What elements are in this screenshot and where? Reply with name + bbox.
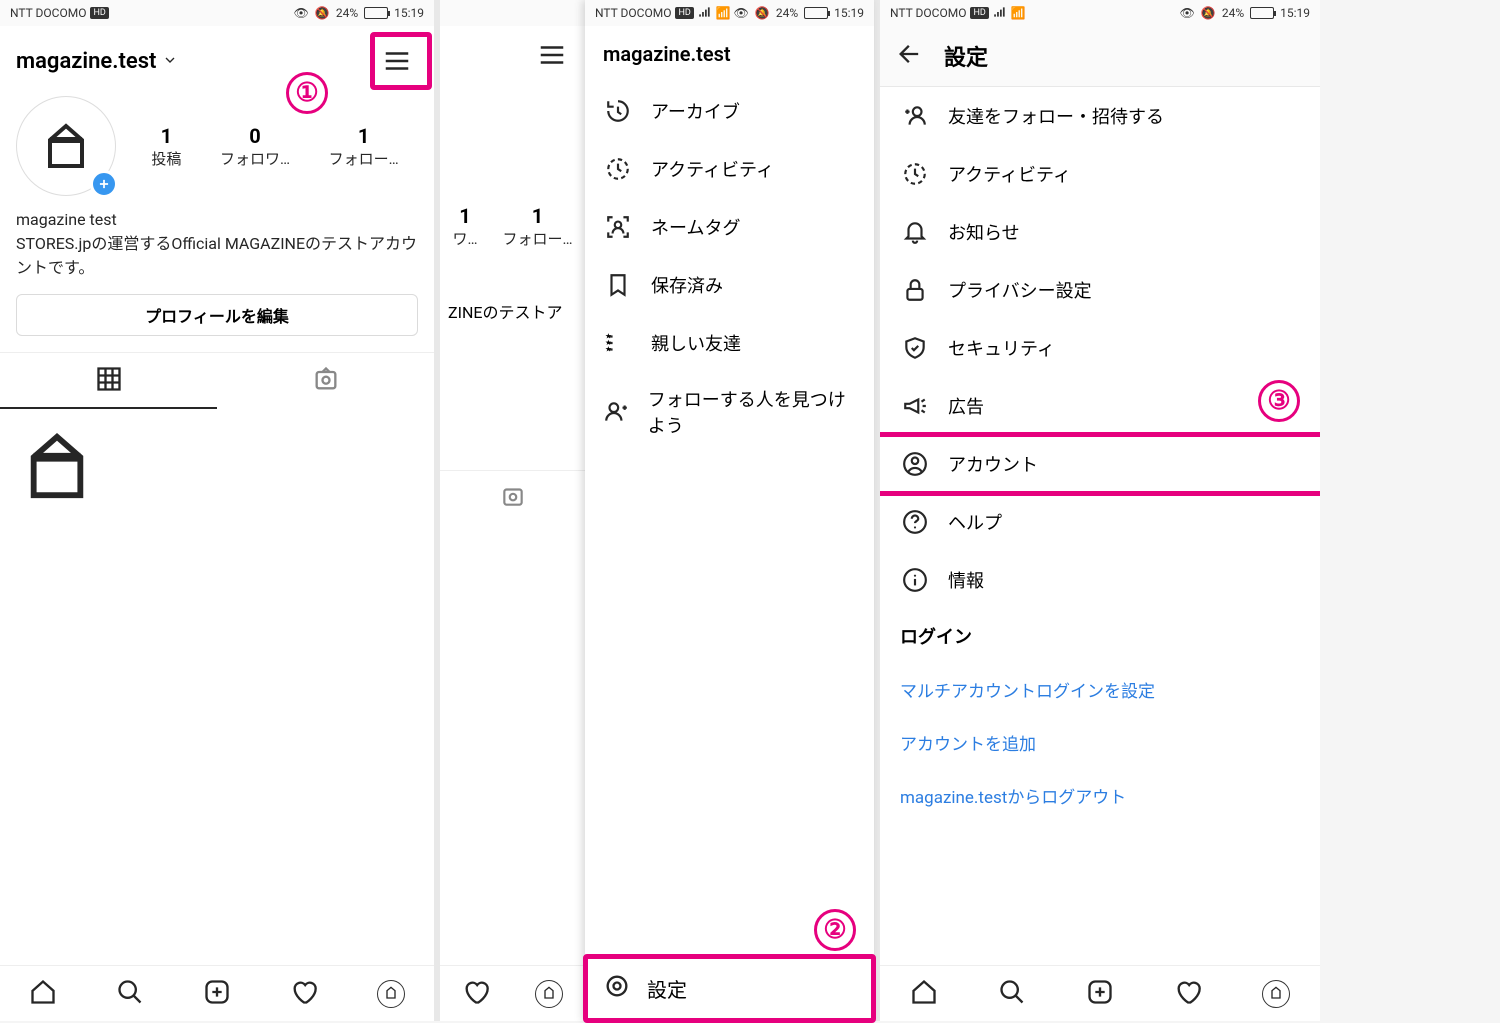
info-icon bbox=[900, 565, 930, 595]
edit-profile-button[interactable]: プロフィールを編集 bbox=[16, 294, 418, 336]
settings-item-account[interactable]: アカウント bbox=[880, 435, 1320, 493]
login-section-title: ログイン bbox=[880, 609, 1320, 663]
settings-item-security[interactable]: セキュリティ bbox=[880, 319, 1320, 377]
nav-search[interactable] bbox=[998, 978, 1026, 1010]
nav-home[interactable] bbox=[910, 978, 938, 1010]
stat-posts[interactable]: 1 投稿 bbox=[151, 124, 181, 169]
wifi-icon: 📶 bbox=[1011, 6, 1026, 20]
settings-item-follow-invite[interactable]: 友達をフォロー・招待する bbox=[880, 87, 1320, 145]
drawer-item-close-friends[interactable]: ★★★ 親しい友達 bbox=[585, 314, 874, 372]
profile-behind-drawer: 1 ワ… 1 フォロー… ZINEのテストア bbox=[440, 0, 585, 1021]
stat-following[interactable]: 1 フォロー… bbox=[329, 124, 399, 169]
bell-icon bbox=[900, 217, 930, 247]
display-name: magazine test bbox=[16, 208, 418, 232]
bookmark-icon bbox=[603, 270, 633, 300]
settings-title: 設定 bbox=[944, 40, 988, 72]
shield-icon bbox=[900, 333, 930, 363]
settings-item-activity[interactable]: アクティビティ bbox=[880, 145, 1320, 203]
bio-text: STORES.jpの運営するOfficial MAGAZINEのテストアカウント… bbox=[16, 232, 418, 280]
eye-icon: 👁 bbox=[294, 6, 309, 20]
signal-icon bbox=[993, 5, 1007, 22]
callout-box-3 bbox=[880, 432, 1320, 496]
username-dropdown[interactable]: magazine.test bbox=[16, 49, 178, 74]
drawer-title: magazine.test bbox=[585, 26, 874, 82]
tab-tagged[interactable] bbox=[440, 471, 585, 525]
hamburger-menu-button[interactable] bbox=[531, 34, 573, 76]
drawer-screen: 1 ワ… 1 フォロー… ZINEのテストア NTT DOCOMO HD 📶 bbox=[440, 0, 880, 1021]
nametag-icon bbox=[603, 212, 633, 242]
settings-item-notifications[interactable]: お知らせ bbox=[880, 203, 1320, 261]
status-bar: NTT DOCOMO HD 📶 👁🔕 24% 15:19 bbox=[880, 0, 1320, 26]
megaphone-icon bbox=[900, 391, 930, 421]
link-multi-account[interactable]: マルチアカウントログインを設定 bbox=[880, 663, 1320, 716]
settings-item-help[interactable]: ヘルプ bbox=[880, 493, 1320, 551]
tab-grid[interactable] bbox=[0, 353, 217, 409]
follow-invite-icon bbox=[900, 101, 930, 131]
nav-activity[interactable] bbox=[462, 978, 490, 1010]
profile-screen: NTT DOCOMO HD 👁 🔕 24% 15:19 magazine.tes… bbox=[0, 0, 440, 1021]
mute-icon: 🔕 bbox=[315, 6, 330, 20]
carrier-label: NTT DOCOMO bbox=[10, 6, 86, 20]
activity-icon bbox=[603, 154, 633, 184]
nav-activity[interactable] bbox=[1174, 978, 1202, 1010]
nav-home[interactable] bbox=[29, 978, 57, 1010]
nav-profile[interactable] bbox=[535, 980, 563, 1008]
nav-search[interactable] bbox=[116, 978, 144, 1010]
drawer-item-nametag[interactable]: ネームタグ bbox=[585, 198, 874, 256]
drawer-item-activity[interactable]: アクティビティ bbox=[585, 140, 874, 198]
hd-badge: HD bbox=[90, 7, 108, 19]
chevron-down-icon bbox=[162, 49, 178, 74]
link-add-account[interactable]: アカウントを追加 bbox=[880, 716, 1320, 769]
discover-icon bbox=[603, 397, 630, 427]
stat-followers[interactable]: 0 フォロワ… bbox=[220, 124, 290, 169]
bottom-nav bbox=[0, 965, 434, 1021]
add-story-badge[interactable] bbox=[90, 170, 118, 198]
drawer-settings-button[interactable]: 設定 bbox=[585, 955, 874, 1021]
activity-icon bbox=[900, 159, 930, 189]
bottom-nav bbox=[880, 965, 1320, 1021]
nav-add[interactable] bbox=[1086, 978, 1114, 1010]
battery-icon bbox=[364, 7, 388, 19]
tab-tagged[interactable] bbox=[217, 353, 434, 409]
svg-text:★: ★ bbox=[605, 345, 612, 354]
close-friends-icon: ★★★ bbox=[603, 328, 633, 358]
nav-activity[interactable] bbox=[290, 978, 318, 1010]
signal-icon bbox=[698, 5, 712, 22]
drawer-item-saved[interactable]: 保存済み bbox=[585, 256, 874, 314]
nav-profile[interactable] bbox=[377, 980, 405, 1008]
status-bar: NTT DOCOMO HD 📶 👁🔕 24% 15:19 bbox=[585, 0, 874, 26]
battery-label: 24% bbox=[336, 6, 358, 20]
lock-icon bbox=[900, 275, 930, 305]
drawer-item-discover[interactable]: フォローする人を見つけよう bbox=[585, 372, 874, 452]
post-thumbnail[interactable] bbox=[2, 411, 145, 963]
nav-profile[interactable] bbox=[1262, 980, 1290, 1008]
help-icon bbox=[900, 507, 930, 537]
status-bar: NTT DOCOMO HD 👁 🔕 24% 15:19 bbox=[0, 0, 434, 26]
nav-add[interactable] bbox=[203, 978, 231, 1010]
link-logout[interactable]: magazine.testからログアウト bbox=[880, 769, 1320, 822]
settings-screen: NTT DOCOMO HD 📶 👁🔕 24% 15:19 設定 友達をフォロー・… bbox=[880, 0, 1320, 1021]
settings-item-ads[interactable]: 広告 bbox=[880, 377, 1320, 435]
archive-icon bbox=[603, 96, 633, 126]
username-label: magazine.test bbox=[16, 49, 156, 74]
settings-item-info[interactable]: 情報 bbox=[880, 551, 1320, 609]
cog-icon bbox=[603, 972, 631, 1005]
wifi-icon: 📶 bbox=[716, 6, 731, 20]
settings-item-privacy[interactable]: プライバシー設定 bbox=[880, 261, 1320, 319]
user-circle-icon bbox=[900, 449, 930, 479]
drawer-item-archive[interactable]: アーカイブ bbox=[585, 82, 874, 140]
hamburger-menu-button[interactable] bbox=[376, 40, 418, 82]
time-label: 15:19 bbox=[394, 6, 424, 20]
back-button[interactable] bbox=[896, 40, 924, 72]
